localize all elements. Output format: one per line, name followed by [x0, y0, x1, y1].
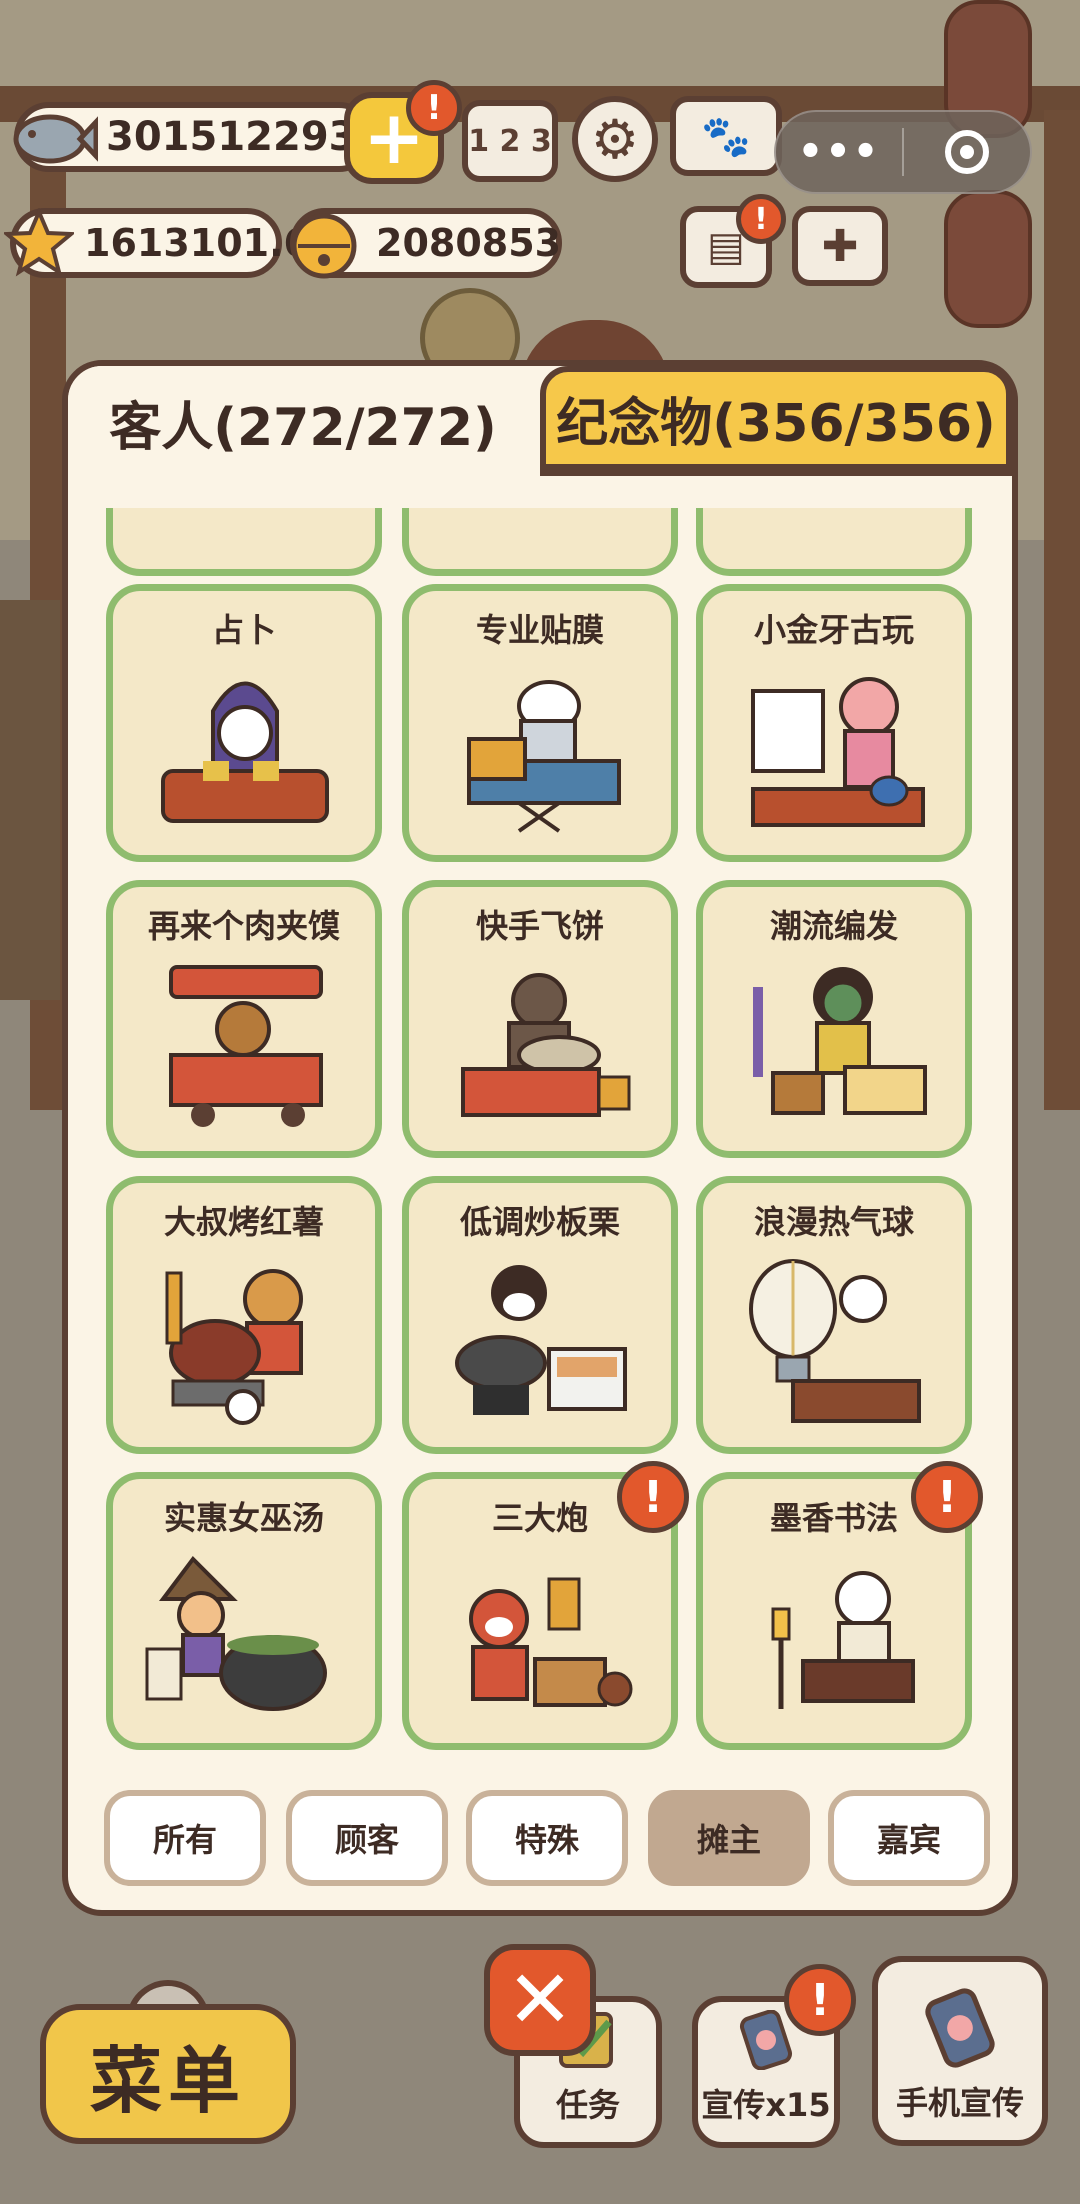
- sweet-potato-cart-illustration: [165, 1269, 303, 1425]
- guest-card-grid[interactable]: 占卜 专业贴膜 小金牙古玩 再来个肉夹馍 快手飞饼 潮流编发 大叔烤红薯 低调炒…: [88, 508, 1000, 1758]
- guest-card[interactable]: 实惠女巫汤: [106, 1472, 382, 1750]
- guest-card[interactable]: 占卜: [106, 584, 382, 862]
- tab-souvenirs[interactable]: 纪念物(356/356): [540, 366, 1012, 470]
- bell-icon: [291, 213, 357, 279]
- ranking-button[interactable]: 1 2 3: [462, 100, 558, 182]
- news-alert-badge: !: [736, 194, 786, 244]
- hot-air-balloon-illustration: [749, 1259, 921, 1423]
- guest-card[interactable]: 潮流编发: [696, 880, 972, 1158]
- phone-film-stall-illustration: [467, 680, 621, 833]
- filter-stall-owners[interactable]: 摊主: [648, 1790, 810, 1886]
- fish-count: 3015122931: [106, 114, 385, 160]
- calligraphy-stall-illustration: [771, 1571, 915, 1709]
- sandapao-stall-illustration: [469, 1577, 633, 1707]
- new-alert-badge: !: [911, 1461, 983, 1533]
- guest-card[interactable]: 大叔烤红薯: [106, 1176, 382, 1454]
- guest-card[interactable]: 低调炒板栗: [402, 1176, 678, 1454]
- guest-name: 快手飞饼: [475, 907, 604, 945]
- close-button[interactable]: ✕: [484, 1944, 596, 2056]
- flying-pancake-stall-illustration: [461, 973, 631, 1117]
- bell-count: 2080853: [376, 221, 562, 265]
- guest-card[interactable]: 墨香书法 !: [696, 1461, 983, 1750]
- gear-icon: ⚙: [590, 107, 640, 171]
- fortune-teller-illustration: [161, 681, 329, 823]
- guest-name: 大叔烤红薯: [163, 1203, 324, 1241]
- close-miniprogram-button[interactable]: [904, 130, 1030, 174]
- menu-button[interactable]: 菜单: [40, 2004, 296, 2144]
- guest-card[interactable]: 快手飞饼: [402, 880, 678, 1158]
- plus-alert-badge: !: [406, 80, 462, 136]
- smartphone-icon: [925, 1988, 995, 2068]
- guest-card-partial[interactable]: [402, 508, 678, 576]
- guest-name: 再来个肉夹馍: [147, 907, 340, 945]
- guest-name: 实惠女巫汤: [163, 1499, 324, 1537]
- mini-program-capsule: •••: [774, 110, 1032, 194]
- guest-name: 占卜: [211, 611, 276, 649]
- filter-customers[interactable]: 顾客: [286, 1790, 448, 1886]
- guest-card[interactable]: 三大炮 !: [402, 1461, 689, 1750]
- side-table-decoration: [0, 600, 60, 1000]
- antique-stall-illustration: [751, 677, 925, 827]
- minigame-button[interactable]: ✚: [792, 206, 888, 286]
- star-count: 1613101.6: [84, 221, 310, 265]
- guest-name: 小金牙古玩: [753, 611, 914, 649]
- settings-button[interactable]: ⚙: [572, 96, 658, 182]
- guest-card-partial[interactable]: [106, 508, 382, 576]
- target-icon: [944, 130, 989, 174]
- guest-card-partial[interactable]: [696, 508, 972, 576]
- guest-card[interactable]: 浪漫热气球: [696, 1176, 972, 1454]
- paw-book-icon: 🐾: [701, 113, 751, 160]
- more-options-button[interactable]: •••: [776, 129, 902, 175]
- promote-alert-badge: !: [784, 1964, 856, 2036]
- chestnut-stall-illustration: [455, 1265, 627, 1415]
- witch-soup-illustration: [145, 1555, 327, 1711]
- guest-name: 浪漫热气球: [753, 1203, 914, 1241]
- lantern-decoration: [944, 190, 1032, 328]
- tab-guests[interactable]: 客人(272/272): [68, 366, 538, 478]
- guest-name: 专业贴膜: [475, 611, 604, 649]
- filter-guests[interactable]: 嘉宾: [828, 1790, 990, 1886]
- guest-name: 潮流编发: [769, 907, 898, 945]
- gamepad-icon: ✚: [821, 220, 859, 272]
- category-filter-bar: 所有 顾客 特殊 摊主 嘉宾: [104, 1790, 992, 1890]
- phone-promote-button[interactable]: 手机宣传: [872, 1956, 1048, 2146]
- guest-card[interactable]: 再来个肉夹馍: [106, 880, 382, 1158]
- roujiamo-cart-illustration: [169, 965, 323, 1127]
- fish-icon: [13, 114, 98, 164]
- close-icon: ✕: [506, 1953, 574, 2046]
- wooden-post-right: [1044, 110, 1080, 1110]
- braiding-stall-illustration: [753, 967, 927, 1115]
- guest-name: 低调炒板栗: [459, 1203, 620, 1241]
- filter-special[interactable]: 特殊: [466, 1790, 628, 1886]
- filter-all[interactable]: 所有: [104, 1790, 266, 1886]
- guest-card[interactable]: 小金牙古玩: [696, 584, 972, 862]
- collection-book-button[interactable]: 🐾: [670, 96, 782, 176]
- star-icon: [4, 208, 74, 277]
- podium-icon: 1 2 3: [468, 123, 552, 159]
- new-alert-badge: !: [617, 1461, 689, 1533]
- guest-card[interactable]: 专业贴膜: [402, 584, 678, 862]
